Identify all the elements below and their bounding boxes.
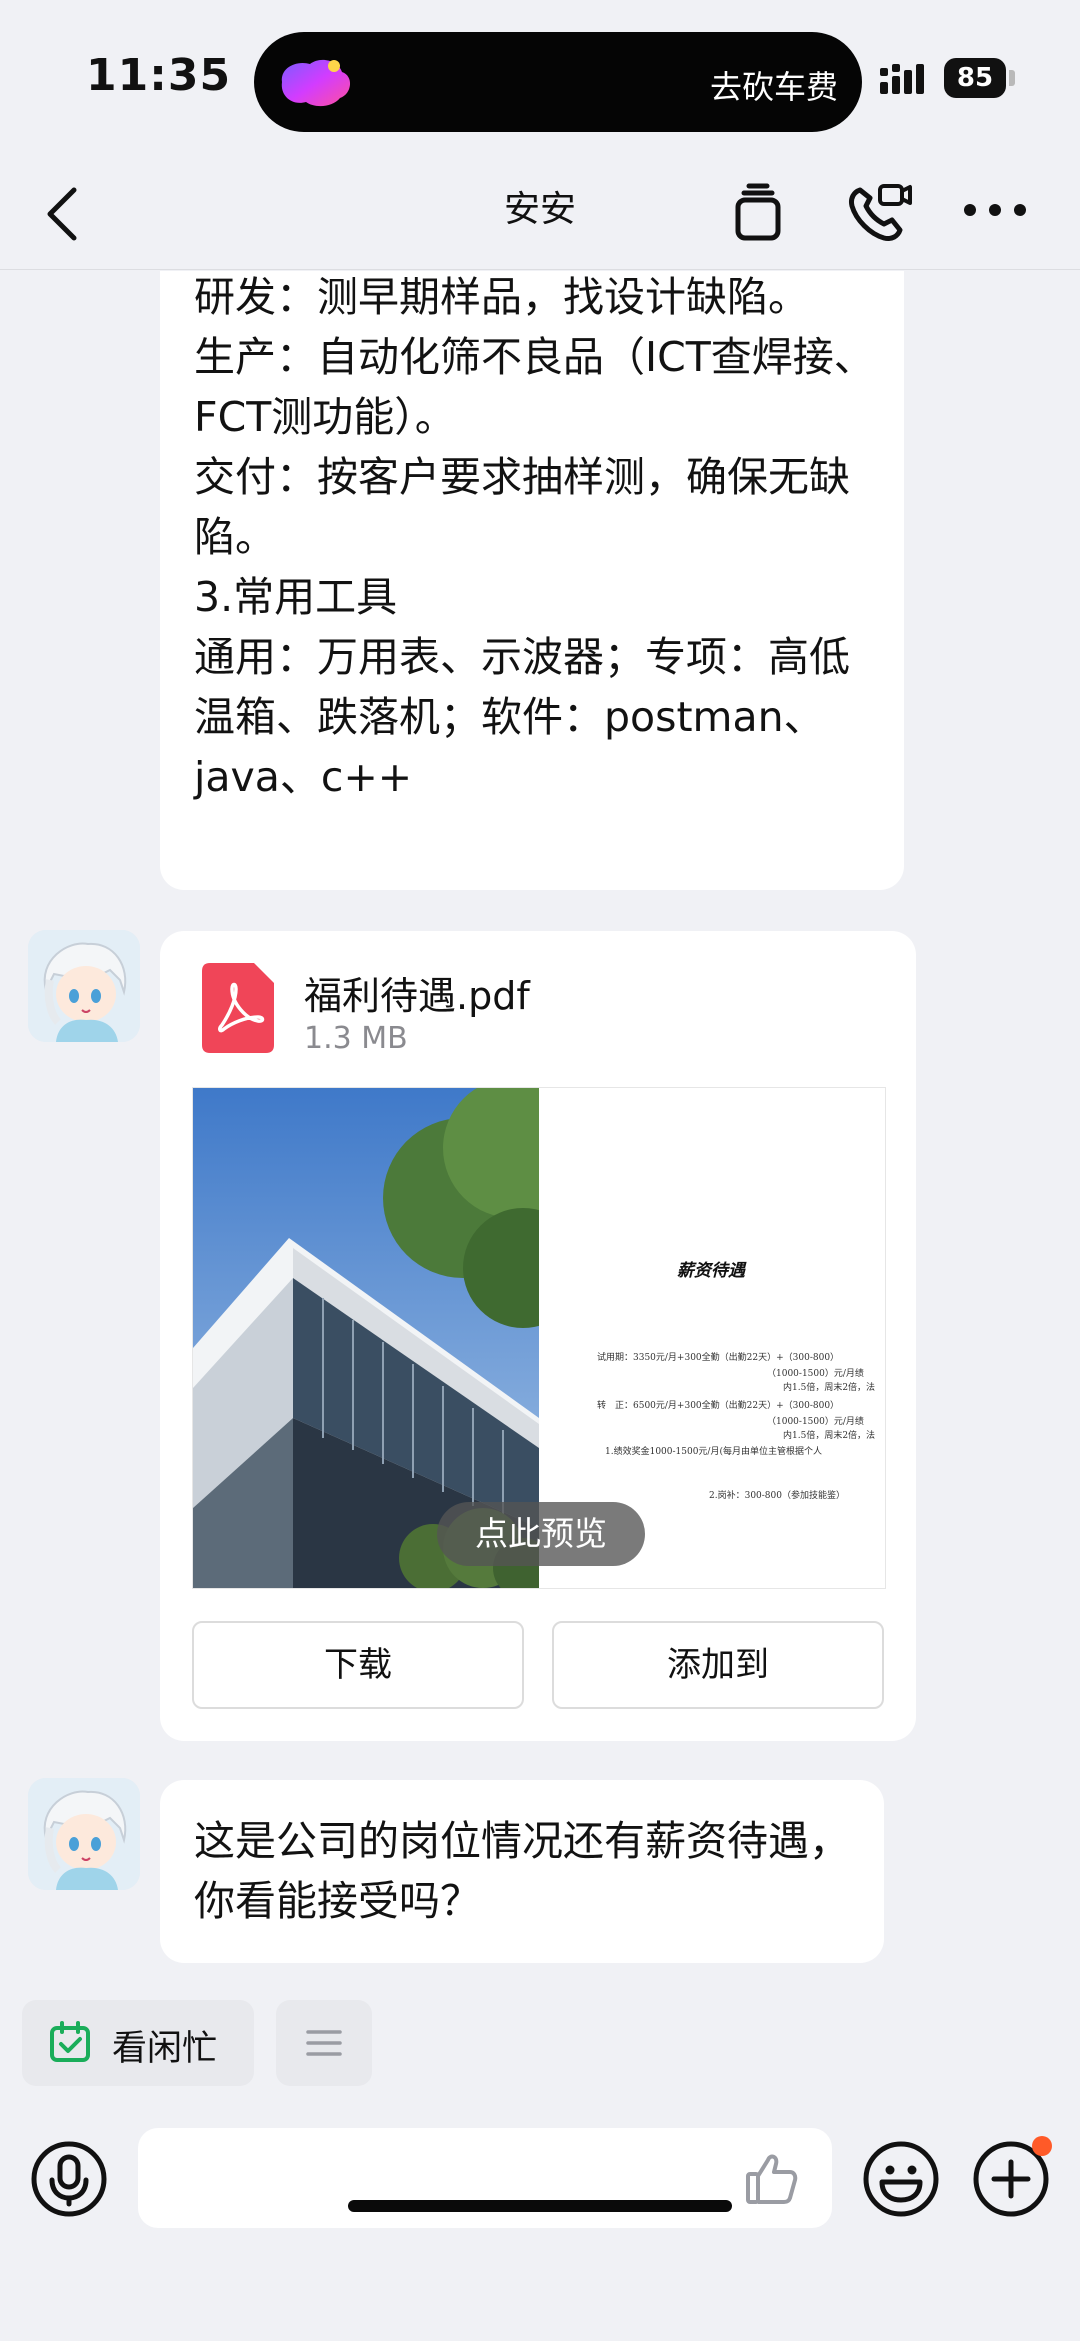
menu-button[interactable] — [276, 2000, 372, 2086]
video-call-icon[interactable] — [846, 180, 914, 244]
island-text: 去砍车费 — [709, 68, 838, 106]
doc-line: （1000-1500）元/月绩 — [767, 1369, 864, 1379]
message-bubble[interactable]: 这是公司的岗位情况还有薪资待遇，你看能接受吗？ — [160, 1780, 884, 1963]
home-indicator[interactable] — [348, 2200, 732, 2212]
doc-line: （1000-1500）元/月绩 — [767, 1417, 864, 1427]
status-time: 11:35 — [86, 50, 232, 101]
chat-title: 安安 — [503, 189, 576, 230]
emoji-icon[interactable] — [862, 2140, 940, 2218]
message-input[interactable] — [138, 2128, 832, 2228]
menu-lines-icon — [306, 2030, 342, 2056]
input-bar — [0, 2110, 1080, 2341]
doc-line: 内1.5倍，周末2倍，法 — [783, 1431, 876, 1441]
avatar-image — [28, 1778, 140, 1890]
avatar[interactable] — [28, 930, 140, 1042]
thumb-up-icon[interactable] — [744, 2150, 800, 2206]
battery-tip — [1009, 70, 1015, 86]
avatar-image — [28, 930, 140, 1042]
chat-header: 安安 — [0, 160, 1080, 270]
preview-button[interactable]: 点此预览 — [437, 1502, 645, 1566]
check-availability-button[interactable]: 看闲忙 — [22, 2000, 254, 2086]
doc-title: 薪资待遇 — [677, 1261, 745, 1281]
doc-line: 转 正：6500元/月+300全勤（出勤22天）+（300-800） — [597, 1401, 840, 1411]
add-to-button[interactable]: 添加到 — [552, 1621, 884, 1709]
file-message-card[interactable]: 福利待遇.pdf 1.3 MB 薪资待遇 试用期：3350元/月+300全勤（出… — [160, 931, 916, 1741]
voice-icon[interactable] — [30, 2140, 108, 2218]
signal-icon — [880, 64, 924, 94]
busy-label: 看闲忙 — [112, 2029, 218, 2069]
download-button[interactable]: 下载 — [192, 1621, 524, 1709]
message-list[interactable]: 研发：测早期样品，找设计缺陷。 生产：自动化筛不良品（ICT查焊接、FCT测功能… — [0, 271, 1080, 1991]
status-bar: 11:35 去砍车费 85 — [0, 0, 1080, 160]
app-logo-icon — [281, 59, 351, 107]
copy-icon[interactable] — [732, 180, 784, 244]
calendar-check-icon — [50, 2021, 90, 2062]
message-text: 这是公司的岗位情况还有薪资待遇，你看能接受吗？ — [194, 1817, 850, 1925]
doc-line: 1.绩效奖金1000-1500元/月(每月由单位主管根据个人 — [605, 1447, 822, 1457]
doc-line: 内1.5倍，周末2倍，法 — [783, 1383, 876, 1393]
file-name: 福利待遇.pdf — [304, 974, 530, 1018]
avatar[interactable] — [28, 1778, 140, 1890]
more-icon[interactable] — [962, 196, 1028, 224]
doc-line: 2.岗补：300-800（参加技能鉴） — [709, 1491, 845, 1501]
battery-indicator: 85 — [944, 58, 1006, 98]
pdf-icon — [202, 963, 274, 1053]
dynamic-island[interactable]: 去砍车费 — [254, 32, 862, 132]
message-bubble[interactable]: 研发：测早期样品，找设计缺陷。 生产：自动化筛不良品（ICT查焊接、FCT测功能… — [160, 271, 904, 890]
doc-line: 试用期：3350元/月+300全勤（出勤22天）+（300-800） — [597, 1353, 840, 1363]
file-size: 1.3 MB — [304, 1021, 408, 1056]
message-text: 研发：测早期样品，找设计缺陷。 生产：自动化筛不良品（ICT查焊接、FCT测功能… — [194, 273, 875, 801]
file-preview[interactable]: 薪资待遇 试用期：3350元/月+300全勤（出勤22天）+（300-800） … — [192, 1087, 886, 1589]
notification-dot — [1032, 2136, 1052, 2156]
